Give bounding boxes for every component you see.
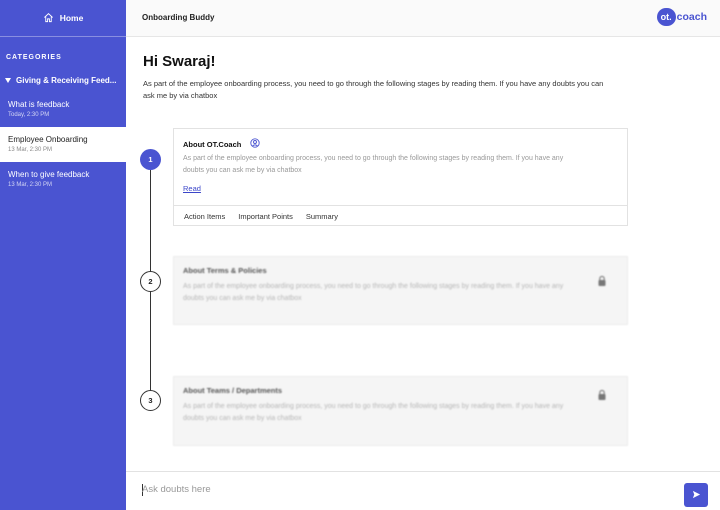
sidebar: Home CATEGORIES Giving & Receiving Feed.…: [0, 0, 126, 510]
lock-icon: [597, 274, 607, 286]
send-button[interactable]: [684, 483, 708, 507]
logo-text: coach: [676, 11, 707, 23]
stage-description: As part of the employee onboarding proce…: [183, 283, 564, 302]
home-nav[interactable]: Home: [0, 0, 126, 37]
stage-description: As part of the employee onboarding proce…: [183, 403, 564, 422]
step-marker-2: 2: [140, 271, 161, 292]
sidebar-item-date: 13 Mar, 2:30 PM: [8, 147, 53, 153]
stage-tabs: Action Items Important Points Summary: [174, 205, 627, 226]
page-title: Onboarding Buddy: [142, 13, 215, 22]
send-icon: [692, 486, 701, 504]
sidebar-item-employee-onboarding[interactable]: Employee Onboarding 13 Mar, 2:30 PM: [0, 127, 126, 162]
home-label: Home: [59, 13, 84, 23]
sidebar-item-title: Employee Onboarding: [8, 135, 88, 144]
caret-down-icon: [5, 78, 11, 83]
stage-card-terms-policies: About Terms & Policies As part of the em…: [173, 256, 628, 325]
sidebar-item-date: Today, 2:30 PM: [8, 112, 50, 118]
home-icon: [43, 12, 54, 25]
tab-important-points[interactable]: Important Points: [238, 212, 293, 221]
stage-card-teams-departments: About Teams / Departments As part of the…: [173, 376, 628, 446]
logo-badge: ot.: [656, 8, 676, 26]
stage-card-about-otcoach: About OT.Coach As part of the employee o…: [173, 128, 628, 226]
sidebar-item-date: 13 Mar, 2:30 PM: [8, 182, 53, 188]
top-header: Onboarding Buddy ot. coach: [126, 0, 720, 37]
intro-text: As part of the employee onboarding proce…: [143, 79, 604, 100]
stage-description: As part of the employee onboarding proce…: [183, 155, 564, 174]
step-marker-3: 3: [140, 390, 161, 411]
user-icon: [250, 138, 260, 150]
category-group-label: Giving & Receiving Feed...: [16, 76, 117, 85]
stage-title: About Teams / Departments: [183, 386, 283, 395]
ask-doubts-input[interactable]: [142, 484, 642, 495]
sidebar-item-when-to-give-feedback[interactable]: When to give feedback 13 Mar, 2:30 PM: [0, 162, 126, 197]
tab-action-items[interactable]: Action Items: [184, 212, 225, 221]
sidebar-item-what-is-feedback[interactable]: What is feedback Today, 2:30 PM: [0, 92, 126, 127]
greeting: Hi Swaraj!: [143, 53, 216, 70]
stage-title-text: About OT.Coach: [183, 139, 242, 149]
categories-heading: CATEGORIES: [6, 54, 62, 61]
category-group[interactable]: Giving & Receiving Feed...: [0, 76, 126, 85]
sidebar-item-title: What is feedback: [8, 100, 70, 109]
chat-input-bar: [126, 471, 720, 510]
lock-icon: [597, 388, 607, 400]
tab-summary[interactable]: Summary: [306, 212, 338, 221]
sidebar-item-title: When to give feedback: [8, 170, 90, 179]
otcoach-logo: ot. coach: [656, 8, 707, 26]
stage-title: About Terms & Policies: [183, 266, 267, 275]
stage-title: About OT.Coach: [183, 138, 260, 150]
step-marker-1: 1: [140, 149, 161, 170]
read-link[interactable]: Read: [183, 184, 201, 193]
